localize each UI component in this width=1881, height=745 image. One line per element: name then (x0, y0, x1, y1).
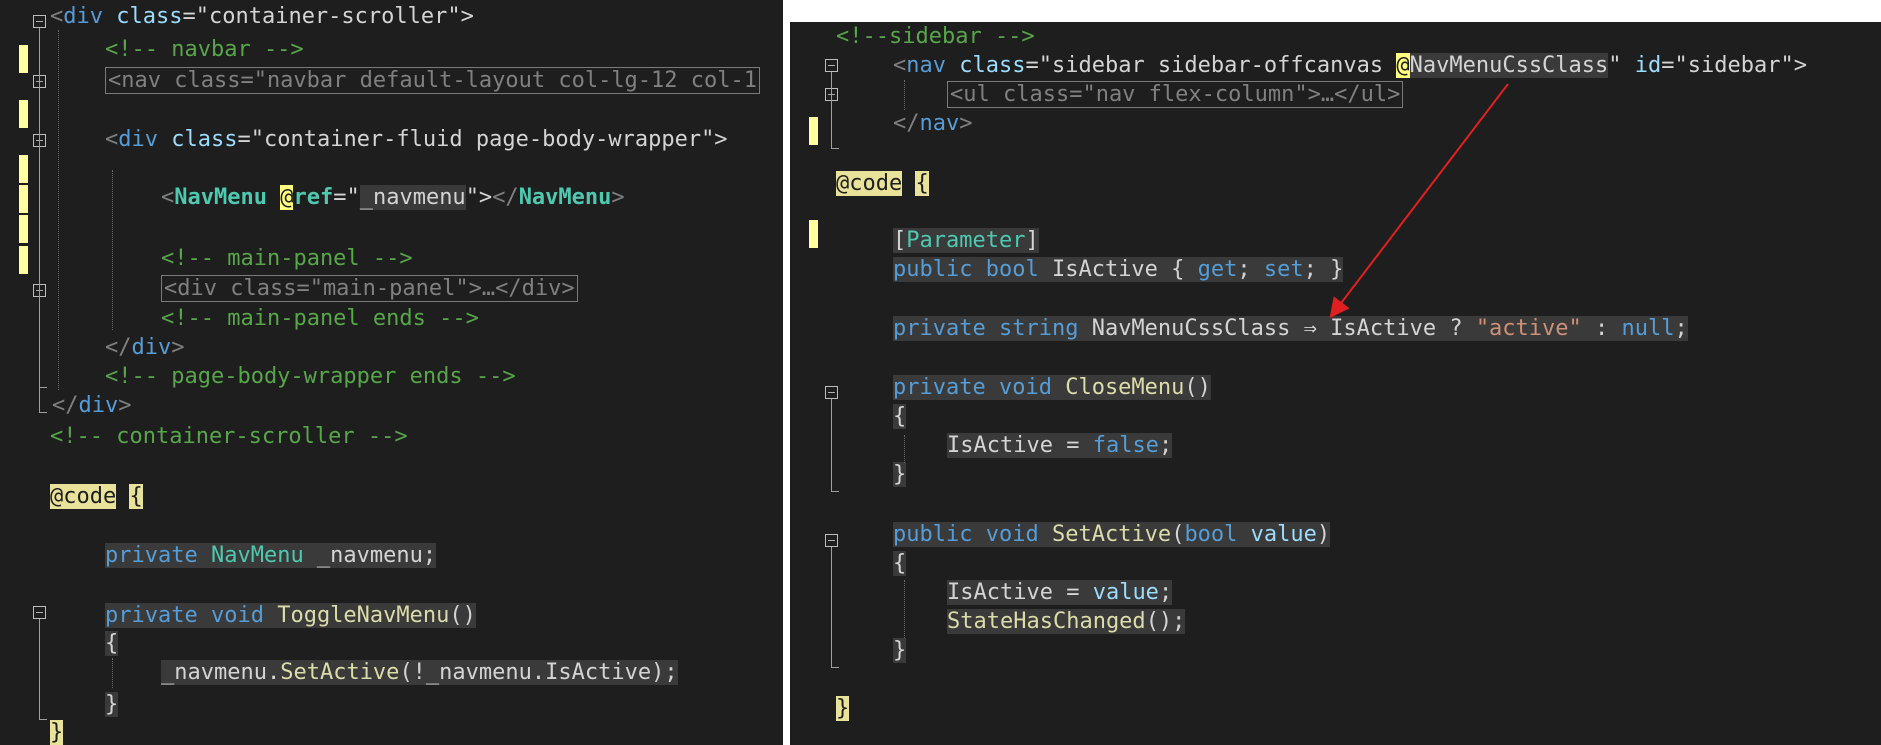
annotation-arrow (1329, 83, 1509, 319)
arrow-line (1329, 83, 1509, 319)
